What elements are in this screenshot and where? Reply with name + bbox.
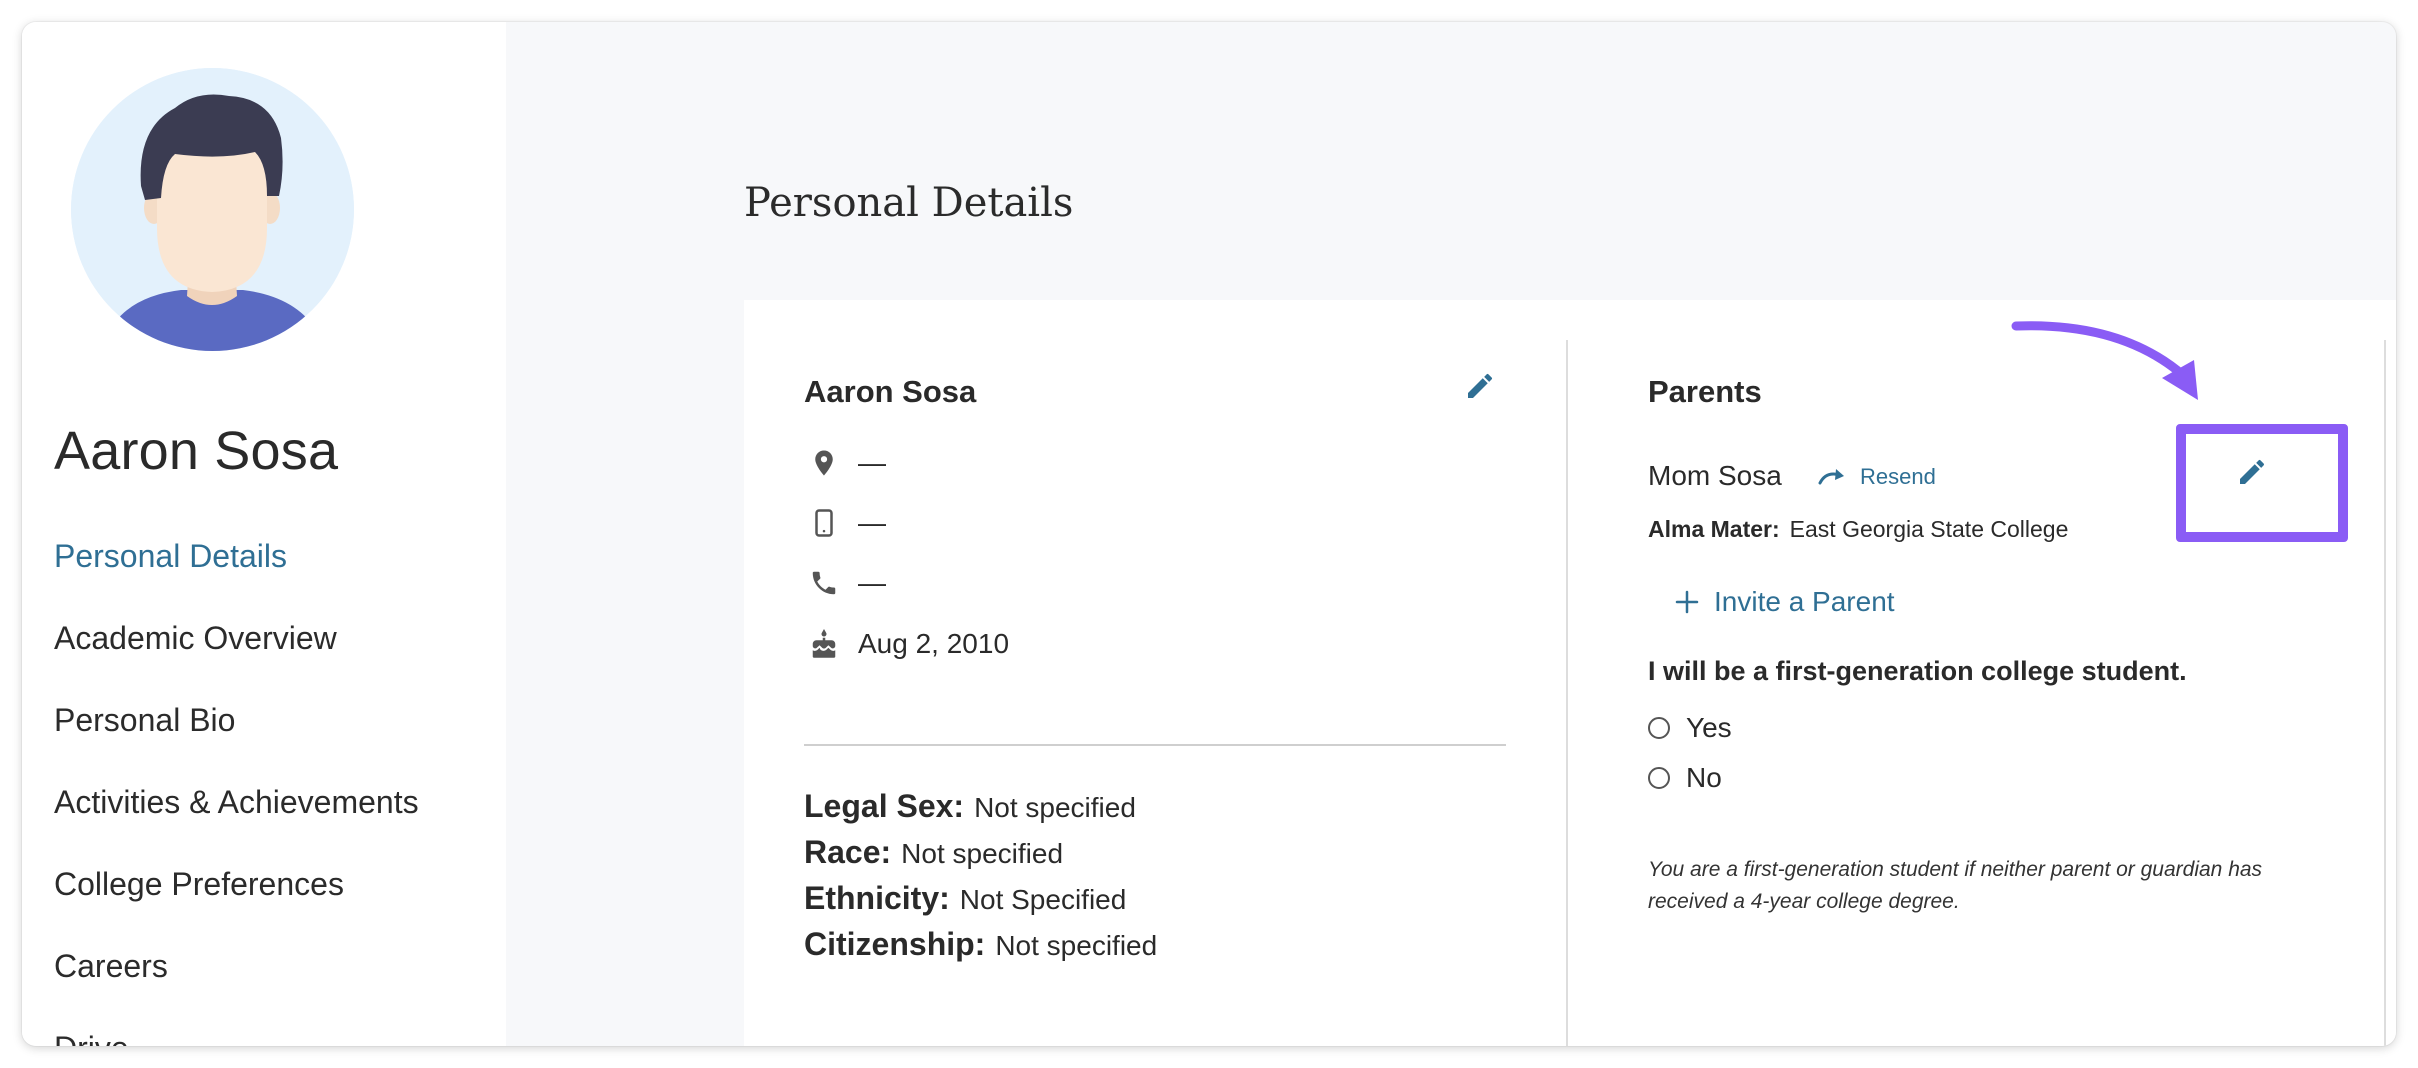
- race-label: Race:: [804, 834, 892, 870]
- sidebar-item-college-preferences[interactable]: College Preferences: [54, 860, 419, 942]
- first-gen-question: I will be a first-generation college stu…: [1648, 656, 2187, 686]
- mobile-row: —: [804, 503, 886, 543]
- highlight-box: [2176, 424, 2348, 542]
- alma-mater-value: East Georgia State College: [1789, 516, 2069, 542]
- location-pin-icon: [804, 443, 844, 483]
- column-divider: [1566, 340, 1568, 1046]
- citizenship-row: Citizenship: Not specified: [804, 926, 1157, 963]
- ethnicity-row: Ethnicity: Not Specified: [804, 880, 1126, 917]
- legal-sex-row: Legal Sex: Not specified: [804, 788, 1136, 825]
- resend-button[interactable]: Resend: [1818, 462, 1936, 492]
- profile-name: Aaron Sosa: [54, 421, 339, 481]
- redo-arrow-icon: [1818, 469, 1844, 485]
- annotation-arrow-icon: [2011, 321, 2198, 400]
- sidebar-item-activities-achievements[interactable]: Activities & Achievements: [54, 778, 419, 860]
- avatar-illustration: [71, 68, 354, 351]
- first-gen-no-option[interactable]: No: [1648, 760, 1722, 796]
- phone-value: —: [858, 567, 886, 598]
- sidebar-item-academic-overview[interactable]: Academic Overview: [54, 614, 419, 696]
- plus-icon: [1675, 590, 1699, 614]
- sidebar-item-personal-bio[interactable]: Personal Bio: [54, 696, 419, 778]
- app-window: Aaron Sosa Personal Details Academic Ove…: [22, 22, 2396, 1046]
- invite-parent-button[interactable]: Invite a Parent: [1674, 582, 1895, 622]
- first-gen-yes-option[interactable]: Yes: [1648, 710, 1732, 746]
- first-gen-yes-label: Yes: [1686, 712, 1732, 743]
- sidebar-item-drive[interactable]: Drive: [54, 1024, 419, 1046]
- avatar: [71, 68, 354, 351]
- first-gen-note: You are a first-generation student if ne…: [1648, 858, 2263, 913]
- parent-name: Mom Sosa: [1648, 460, 1782, 491]
- resend-label: Resend: [1860, 464, 1936, 489]
- birthday-cake-icon: [804, 624, 844, 664]
- mobile-value: —: [858, 507, 886, 538]
- race-row: Race: Not specified: [804, 834, 1063, 871]
- card-right-edge: [2384, 340, 2386, 1046]
- race-value: Not specified: [901, 838, 1064, 869]
- student-name: Aaron Sosa: [804, 374, 977, 409]
- parents-title: Parents: [1648, 374, 1762, 409]
- invite-parent-label: Invite a Parent: [1714, 586, 1895, 617]
- citizenship-label: Citizenship:: [804, 926, 986, 962]
- first-gen-no-radio[interactable]: [1648, 767, 1670, 789]
- citizenship-value: Not specified: [995, 930, 1158, 961]
- mobile-phone-icon: [804, 503, 844, 543]
- sidebar-nav: Personal Details Academic Overview Perso…: [54, 532, 419, 1046]
- ethnicity-label: Ethnicity:: [804, 880, 950, 916]
- phone-row: —: [804, 563, 886, 603]
- birthday-row: Aug 2, 2010: [804, 624, 1009, 664]
- personal-details-card: Aaron Sosa — — — Aug 2, 2010 Legal Sex: …: [744, 300, 2396, 1046]
- page-title: Personal Details: [744, 180, 1074, 226]
- sidebar-item-personal-details[interactable]: Personal Details: [54, 532, 419, 614]
- location-value: —: [858, 447, 886, 478]
- legal-sex-label: Legal Sex:: [804, 788, 965, 824]
- legal-sex-value: Not specified: [974, 792, 1136, 823]
- alma-mater-row: Alma Mater: East Georgia State College: [1648, 516, 2068, 543]
- pencil-edit-icon: [1468, 373, 1493, 398]
- edit-student-button[interactable]: [1458, 364, 1502, 408]
- divider: [804, 744, 1506, 746]
- first-gen-yes-radio[interactable]: [1648, 717, 1670, 739]
- alma-mater-label: Alma Mater:: [1648, 516, 1780, 542]
- phone-icon: [804, 563, 844, 603]
- ethnicity-value: Not Specified: [959, 884, 1127, 915]
- first-gen-no-label: No: [1686, 762, 1722, 793]
- sidebar-item-careers[interactable]: Careers: [54, 942, 419, 1024]
- sidebar: Aaron Sosa Personal Details Academic Ove…: [22, 22, 506, 1046]
- location-row: —: [804, 443, 886, 483]
- birthday-value: Aug 2, 2010: [858, 628, 1010, 659]
